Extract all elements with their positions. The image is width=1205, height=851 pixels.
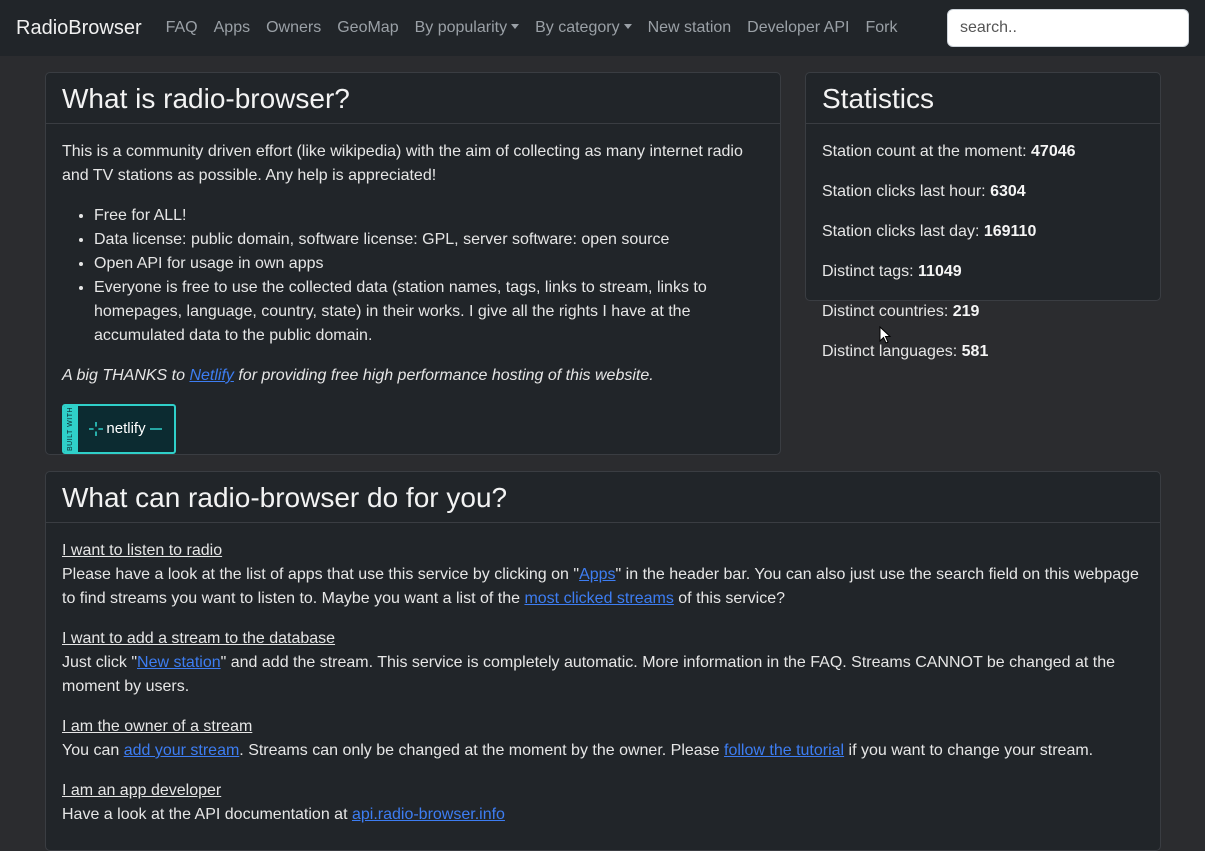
feature-item: Everyone is free to use the collected da… <box>94 276 764 348</box>
stat-label: Station clicks last hour: <box>822 183 991 200</box>
brand-logo[interactable]: RadioBrowser <box>16 17 142 40</box>
stat-languages: Distinct languages: 581 <box>822 340 1144 364</box>
api-docs-link[interactable]: api.radio-browser.info <box>352 806 505 823</box>
badge-main: netlify <box>78 406 174 452</box>
help-card: What can radio-browser do for you? I wan… <box>45 471 1161 851</box>
nav-fork[interactable]: Fork <box>865 19 897 37</box>
stat-value: 6304 <box>990 183 1026 200</box>
nav-by-category-dropdown[interactable]: By category <box>535 19 632 37</box>
stat-value: 11049 <box>918 263 962 280</box>
section-add-stream: I want to add a stream to the database J… <box>62 627 1144 699</box>
stat-tags: Distinct tags: 11049 <box>822 260 1144 284</box>
new-station-link[interactable]: New station <box>137 654 221 671</box>
stat-label: Distinct countries: <box>822 303 953 320</box>
statistics-body: Station count at the moment: 47046 Stati… <box>806 124 1160 364</box>
stat-clicks-hour: Station clicks last hour: 6304 <box>822 180 1144 204</box>
statistics-title: Statistics <box>806 73 1160 124</box>
stat-value: 219 <box>952 303 980 320</box>
caret-down-icon <box>511 24 520 29</box>
nav-geomap[interactable]: GeoMap <box>337 19 398 37</box>
stat-label: Station clicks last day: <box>822 223 984 240</box>
feature-item: Data license: public domain, software li… <box>94 228 764 252</box>
about-intro: This is a community driven effort (like … <box>62 143 743 184</box>
help-body: I want to listen to radio Please have a … <box>46 523 1160 827</box>
stat-clicks-day: Station clicks last day: 169110 <box>822 220 1144 244</box>
section-heading: I want to listen to radio <box>62 542 223 559</box>
nav-by-category-label: By category <box>535 19 620 36</box>
stat-label: Distinct tags: <box>822 263 919 280</box>
statistics-card: Statistics Station count at the moment: … <box>805 72 1161 360</box>
section-text: . Streams can only be changed at the mom… <box>239 742 725 759</box>
badge-side-label: BUILT WITH <box>64 406 78 452</box>
section-text: " and add the stream. This service is co… <box>62 654 1116 695</box>
section-heading: I want to add a stream to the database <box>62 630 336 647</box>
stat-station-count: Station count at the moment: 47046 <box>822 140 1144 164</box>
mouse-cursor-icon <box>879 326 892 344</box>
section-text: if you want to change your stream. <box>844 742 1094 759</box>
most-clicked-streams-link[interactable]: most clicked streams <box>524 590 673 607</box>
add-your-stream-link[interactable]: add your stream <box>124 742 240 759</box>
about-title: What is radio-browser? <box>46 73 780 124</box>
section-developer: I am an app developer Have a look at the… <box>62 779 1144 827</box>
section-owner: I am the owner of a stream You can add y… <box>62 715 1144 763</box>
nav-faq[interactable]: FAQ <box>166 19 198 37</box>
section-heading: I am an app developer <box>62 782 222 799</box>
thanks-note: A big THANKS to Netlify for providing fr… <box>62 364 764 388</box>
netlify-link[interactable]: Netlify <box>189 367 233 384</box>
nav-owners[interactable]: Owners <box>266 19 321 37</box>
follow-tutorial-link[interactable]: follow the tutorial <box>724 742 844 759</box>
nav-new-station[interactable]: New station <box>648 19 732 37</box>
stat-value: 169110 <box>983 223 1037 240</box>
nav-developer-api[interactable]: Developer API <box>747 19 849 37</box>
apps-link[interactable]: Apps <box>579 566 615 583</box>
feature-item: Open API for usage in own apps <box>94 252 764 276</box>
netlify-spark-icon <box>89 422 104 436</box>
section-heading: I am the owner of a stream <box>62 718 253 735</box>
feature-list: Free for ALL! Data license: public domai… <box>62 204 764 348</box>
stat-value: 581 <box>961 343 989 360</box>
section-listen: I want to listen to radio Please have a … <box>62 539 1144 611</box>
thanks-text-before: A big THANKS to <box>62 367 190 384</box>
section-text: Have a look at the API documentation at <box>62 806 352 823</box>
section-text: You can <box>62 742 124 759</box>
stat-countries: Distinct countries: 219 <box>822 300 1144 324</box>
nav-by-popularity-label: By popularity <box>414 19 508 36</box>
badge-text: netlify <box>106 420 146 437</box>
feature-item: Free for ALL! <box>94 204 764 228</box>
stat-label: Station count at the moment: <box>822 143 1032 160</box>
about-card: What is radio-browser? This is a communi… <box>45 72 781 455</box>
section-text: Just click " <box>62 654 138 671</box>
section-text: Please have a look at the list of apps t… <box>62 566 580 583</box>
badge-dash-icon <box>149 428 162 430</box>
caret-down-icon <box>623 24 632 29</box>
search-input[interactable] <box>947 9 1189 47</box>
about-body: This is a community driven effort (like … <box>46 124 780 454</box>
help-title: What can radio-browser do for you? <box>46 472 1160 523</box>
netlify-badge[interactable]: BUILT WITH netlify <box>62 404 176 454</box>
thanks-text-after: for providing free high performance host… <box>233 367 654 384</box>
nav-apps[interactable]: Apps <box>214 19 250 37</box>
nav-by-popularity-dropdown[interactable]: By popularity <box>415 19 520 37</box>
top-navbar: RadioBrowser FAQ Apps Owners GeoMap By p… <box>0 0 1205 56</box>
stat-value: 47046 <box>1031 143 1076 160</box>
section-text: of this service? <box>673 590 785 607</box>
